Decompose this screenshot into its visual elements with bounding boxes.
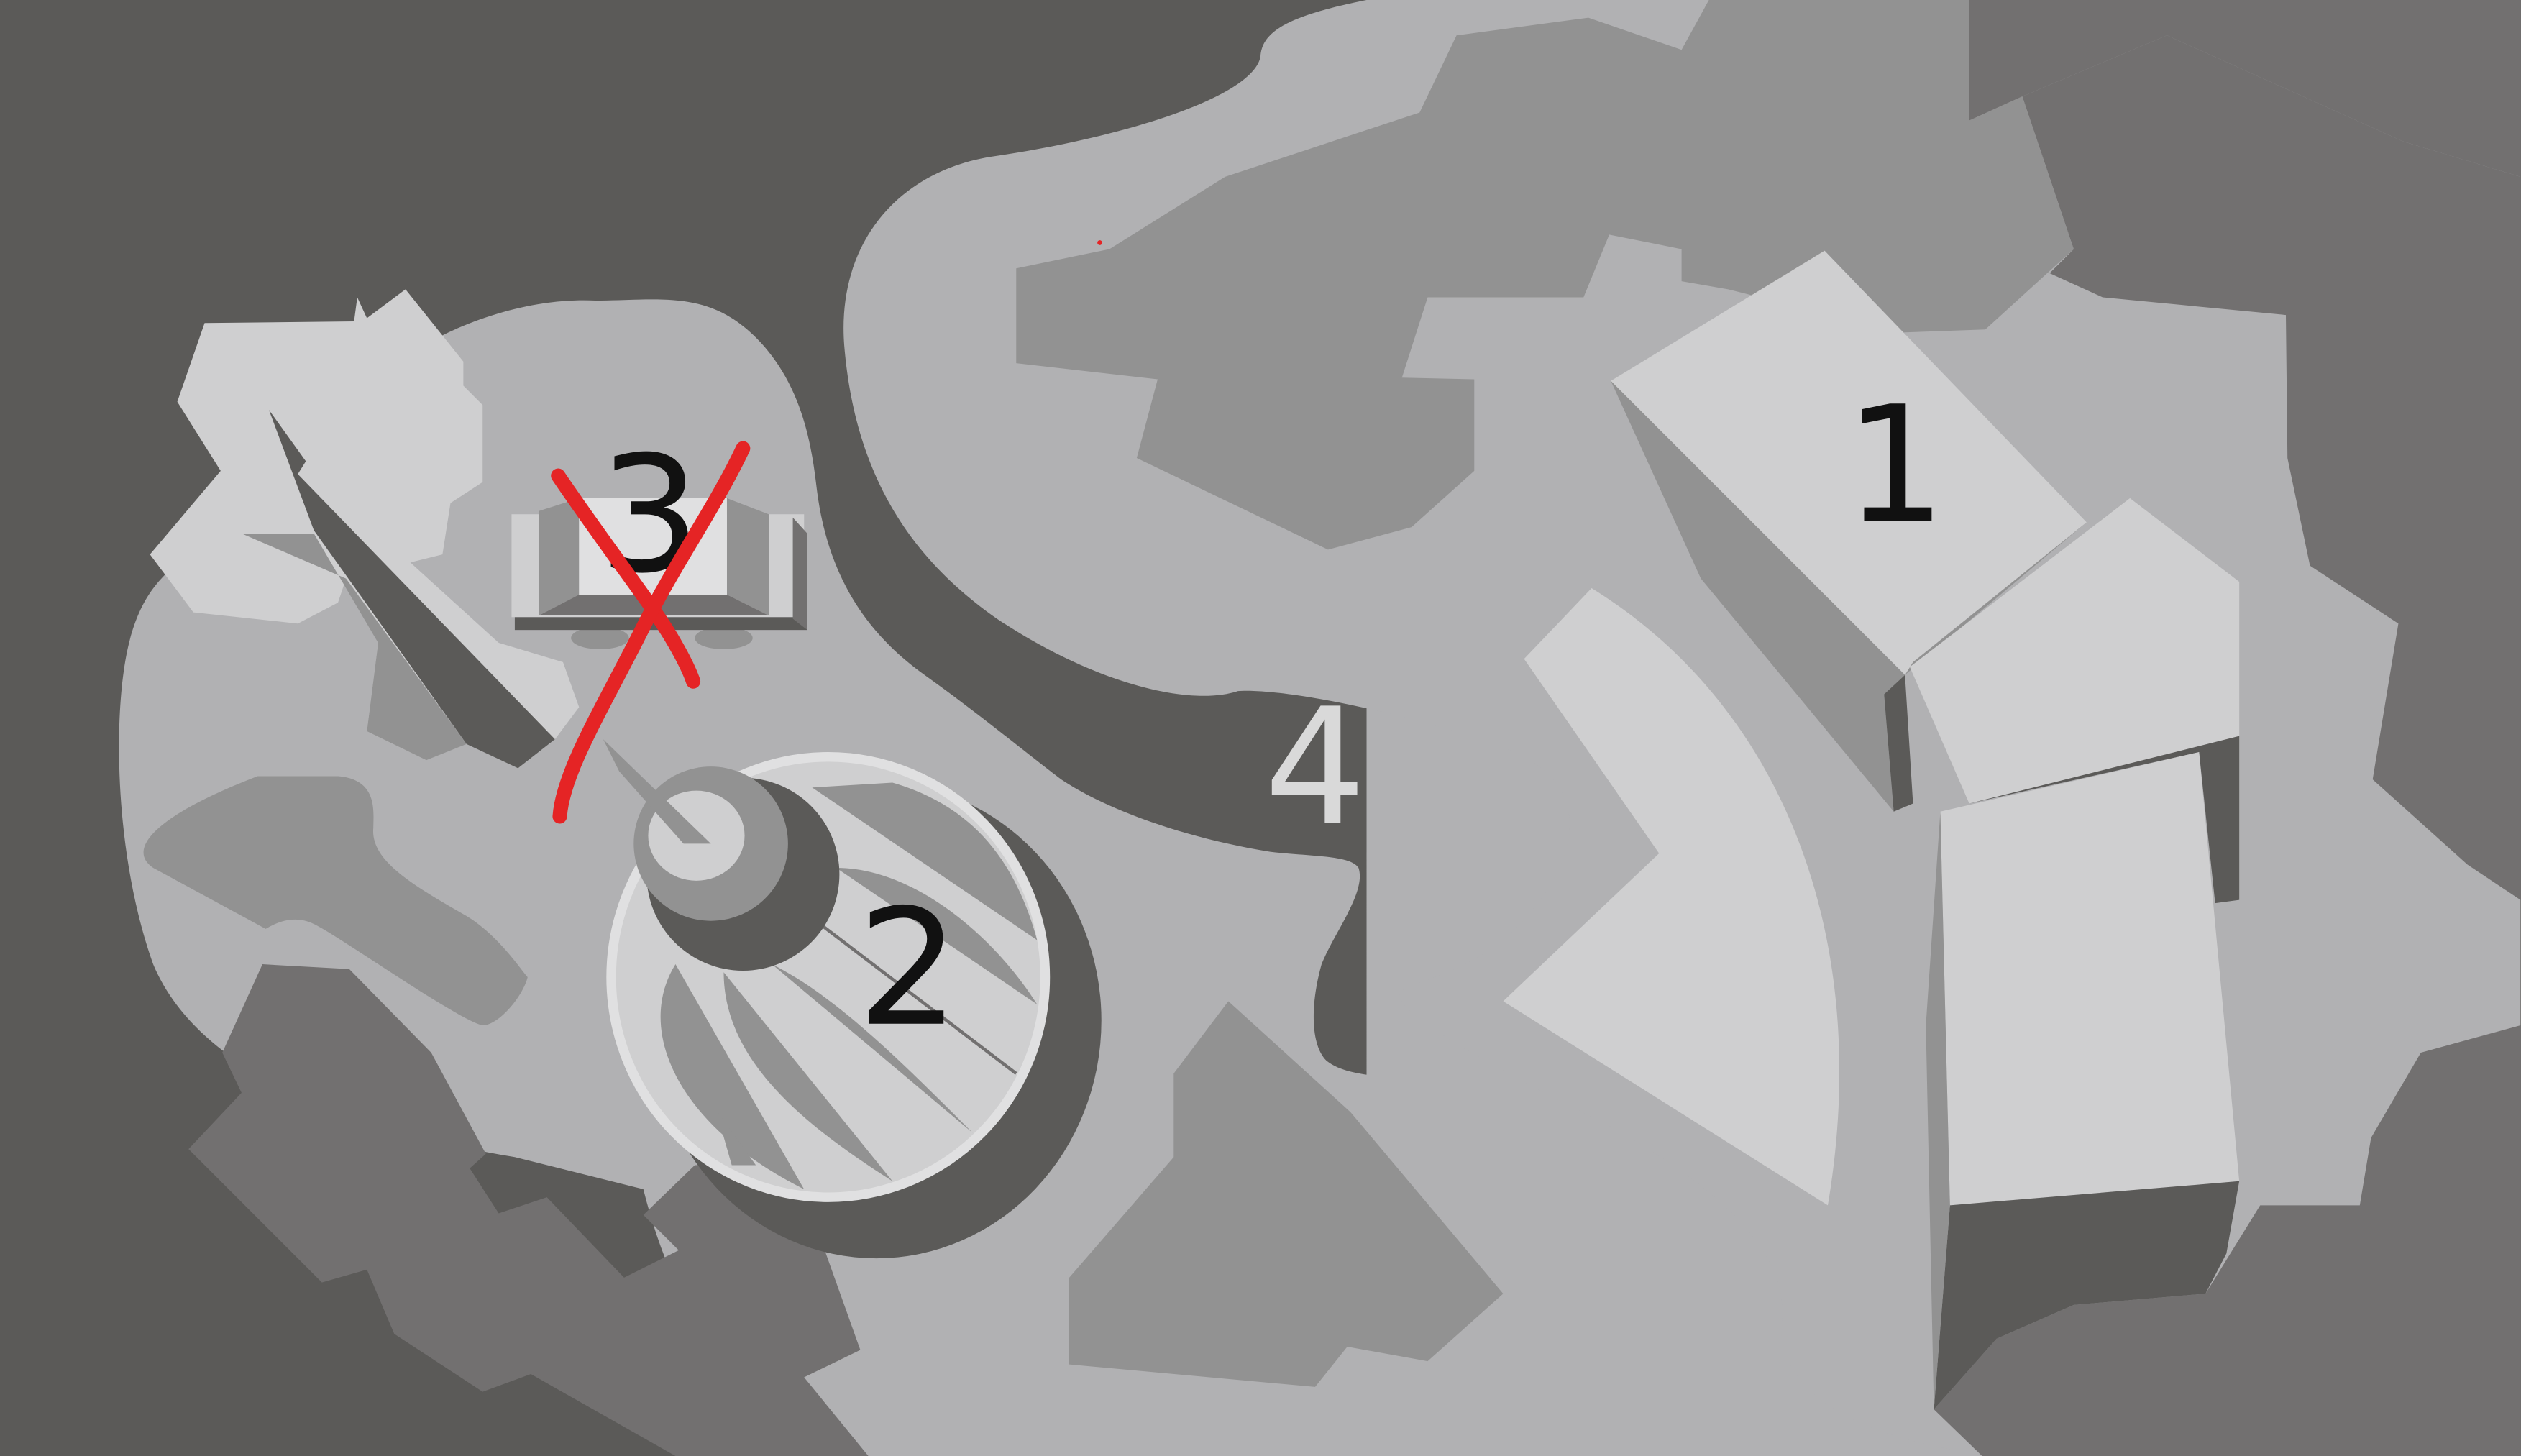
red-dot [1097, 240, 1102, 245]
marker-label-4: 4 [1264, 674, 1366, 861]
marker-label-2: 2 [857, 875, 959, 1062]
map-svg: 1 2 3 4 [0, 0, 2521, 1456]
marker-label-1: 1 [1844, 372, 1946, 559]
marker-label-3: 3 [599, 421, 701, 608]
map-canvas: 1 2 3 4 [0, 0, 2521, 1456]
